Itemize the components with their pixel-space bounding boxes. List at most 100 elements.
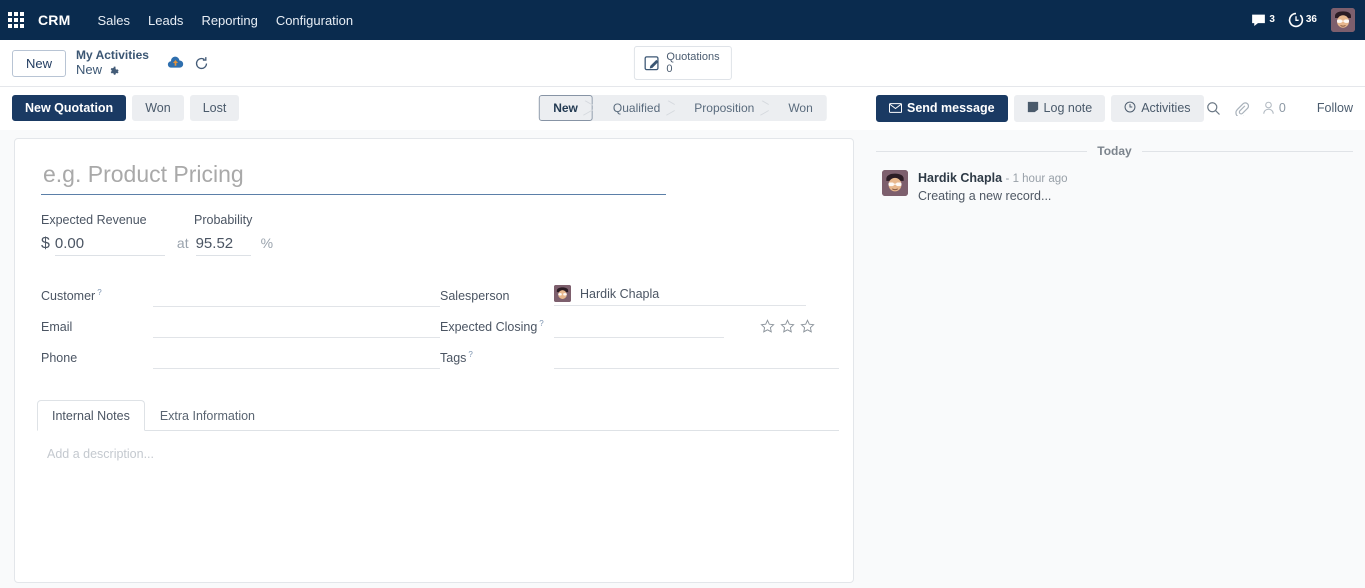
stat-buttons: Quotations 0 bbox=[633, 46, 732, 80]
app-brand-crm[interactable]: CRM bbox=[38, 12, 70, 28]
followers-count-button[interactable]: 0 bbox=[1262, 101, 1286, 115]
send-message-label: Send message bbox=[907, 100, 995, 115]
revenue-probability-block: Expected Revenue Probability $ at % bbox=[41, 213, 273, 256]
probability-label: Probability bbox=[194, 213, 253, 227]
paperclip-icon[interactable] bbox=[1234, 101, 1249, 116]
salesperson-name: Hardik Chapla bbox=[580, 286, 660, 301]
star-icon[interactable] bbox=[780, 319, 795, 334]
followers-count: 0 bbox=[1278, 101, 1286, 115]
separator-line-left bbox=[876, 150, 1088, 152]
record-action-buttons: New Quotation Won Lost bbox=[12, 95, 240, 121]
clock-icon bbox=[1288, 12, 1303, 28]
record-actions bbox=[167, 56, 209, 71]
priority-star-rating bbox=[760, 319, 815, 334]
cloud-save-icon[interactable] bbox=[167, 56, 184, 70]
field-customer: Customer? bbox=[41, 280, 440, 311]
note-icon bbox=[1027, 101, 1039, 116]
breadcrumb-parent[interactable]: My Activities bbox=[76, 48, 149, 62]
tab-extra-information[interactable]: Extra Information bbox=[145, 400, 270, 431]
lost-button[interactable]: Lost bbox=[189, 95, 240, 121]
nav-menu-sales[interactable]: Sales bbox=[88, 9, 139, 32]
expected-closing-label: Expected Closing? bbox=[440, 318, 544, 335]
apps-grid-icon[interactable] bbox=[8, 12, 24, 28]
star-icon[interactable] bbox=[800, 319, 815, 334]
activities-label: Activities bbox=[1141, 100, 1191, 115]
systray-messages[interactable]: 3 bbox=[1250, 12, 1275, 29]
salesperson-avatar bbox=[554, 285, 571, 302]
field-tags: Tags? bbox=[440, 342, 839, 373]
breadcrumb-current-wrap: New bbox=[76, 62, 149, 78]
stage-proposition[interactable]: Proposition bbox=[674, 95, 769, 121]
nav-menu-reporting[interactable]: Reporting bbox=[192, 9, 266, 32]
chatter-panel: Today Hardik Chapla - 1 hour ago Creatin… bbox=[868, 130, 1365, 588]
description-placeholder[interactable]: Add a description... bbox=[47, 447, 829, 461]
expected-revenue-input[interactable] bbox=[54, 235, 165, 256]
separator-line-right bbox=[1141, 150, 1354, 152]
new-quotation-button[interactable]: New Quotation bbox=[12, 95, 127, 121]
nav-menu-configuration[interactable]: Configuration bbox=[267, 9, 362, 32]
follow-zone: 0 Follow bbox=[1206, 101, 1353, 116]
stage-new[interactable]: New bbox=[538, 95, 593, 121]
search-icon[interactable] bbox=[1206, 101, 1221, 116]
email-input[interactable] bbox=[153, 315, 440, 338]
tags-input[interactable] bbox=[554, 346, 839, 369]
form-sheet: Expected Revenue Probability $ at % bbox=[14, 138, 854, 583]
salesperson-value-wrap[interactable]: Hardik Chapla bbox=[554, 285, 806, 306]
form-fields: Customer? Email Phone Salesperson Hardik… bbox=[29, 256, 839, 373]
help-marker[interactable]: ? bbox=[539, 319, 543, 328]
log-note-button[interactable]: Log note bbox=[1013, 94, 1106, 122]
revenue-probability-row: Expected Revenue Probability $ at % bbox=[29, 195, 839, 256]
help-marker[interactable]: ? bbox=[97, 288, 101, 297]
send-message-button[interactable]: Send message bbox=[876, 94, 1008, 122]
follow-button[interactable]: Follow bbox=[1299, 101, 1353, 115]
expected-closing-input[interactable] bbox=[554, 315, 724, 338]
customer-label: Customer? bbox=[41, 287, 102, 304]
discard-undo-icon[interactable] bbox=[194, 56, 209, 71]
chatter-message: Hardik Chapla - 1 hour ago Creating a ne… bbox=[876, 166, 1353, 205]
form-left-column: Customer? Email Phone bbox=[41, 280, 440, 373]
probability-input[interactable] bbox=[195, 235, 251, 256]
tags-label: Tags? bbox=[440, 349, 473, 366]
title-row bbox=[29, 153, 839, 195]
field-phone: Phone bbox=[41, 342, 440, 373]
expected-revenue-label: Expected Revenue bbox=[41, 213, 147, 227]
avatar[interactable] bbox=[1331, 8, 1355, 32]
notebook-tabs: Internal Notes Extra Information bbox=[37, 399, 839, 431]
opportunity-title-input[interactable] bbox=[41, 159, 666, 195]
salesperson-label: Salesperson bbox=[440, 288, 510, 303]
comment-icon bbox=[1252, 14, 1266, 26]
quotations-stat-button[interactable]: Quotations 0 bbox=[633, 46, 732, 80]
percent-symbol: % bbox=[260, 235, 274, 251]
field-expected-closing: Expected Closing? bbox=[440, 311, 839, 342]
log-note-label: Log note bbox=[1043, 100, 1093, 115]
phone-input[interactable] bbox=[153, 346, 440, 369]
stage-qualified[interactable]: Qualified bbox=[592, 95, 675, 121]
systray-activities[interactable]: 36 bbox=[1288, 12, 1317, 28]
message-timestamp: - 1 hour ago bbox=[1005, 173, 1068, 185]
activities-button[interactable]: Activities bbox=[1111, 94, 1204, 122]
control-panel: New My Activities New Quotations 0 bbox=[0, 40, 1365, 87]
currency-symbol: $ bbox=[41, 235, 50, 252]
tab-internal-notes[interactable]: Internal Notes bbox=[37, 400, 145, 431]
help-marker[interactable]: ? bbox=[468, 350, 472, 359]
nav-menu-leads[interactable]: Leads bbox=[139, 9, 192, 32]
message-text: Creating a new record... bbox=[918, 189, 1052, 203]
email-label: Email bbox=[41, 319, 73, 334]
breadcrumb-current: New bbox=[76, 62, 103, 77]
clock-icon bbox=[1124, 101, 1136, 116]
new-record-button[interactable]: New bbox=[12, 49, 67, 77]
message-author[interactable]: Hardik Chapla bbox=[918, 171, 1002, 185]
person-icon bbox=[1263, 101, 1274, 114]
revenue-probability-labels: Expected Revenue Probability bbox=[41, 213, 273, 227]
quotations-stat-label: Quotations bbox=[666, 51, 720, 63]
customer-input[interactable] bbox=[153, 284, 440, 307]
star-icon[interactable] bbox=[760, 319, 775, 334]
revenue-probability-inputs: $ at % bbox=[41, 235, 273, 256]
stage-won[interactable]: Won bbox=[768, 95, 827, 121]
gear-icon[interactable] bbox=[108, 65, 119, 76]
won-button[interactable]: Won bbox=[132, 95, 184, 121]
action-status-row: New Quotation Won Lost New Qualified Pro… bbox=[0, 87, 1365, 130]
form-column: Expected Revenue Probability $ at % bbox=[0, 130, 868, 588]
field-salesperson: Salesperson Hardik Chapla bbox=[440, 280, 839, 311]
form-right-column: Salesperson Hardik Chapla Expected Closi… bbox=[440, 280, 839, 373]
